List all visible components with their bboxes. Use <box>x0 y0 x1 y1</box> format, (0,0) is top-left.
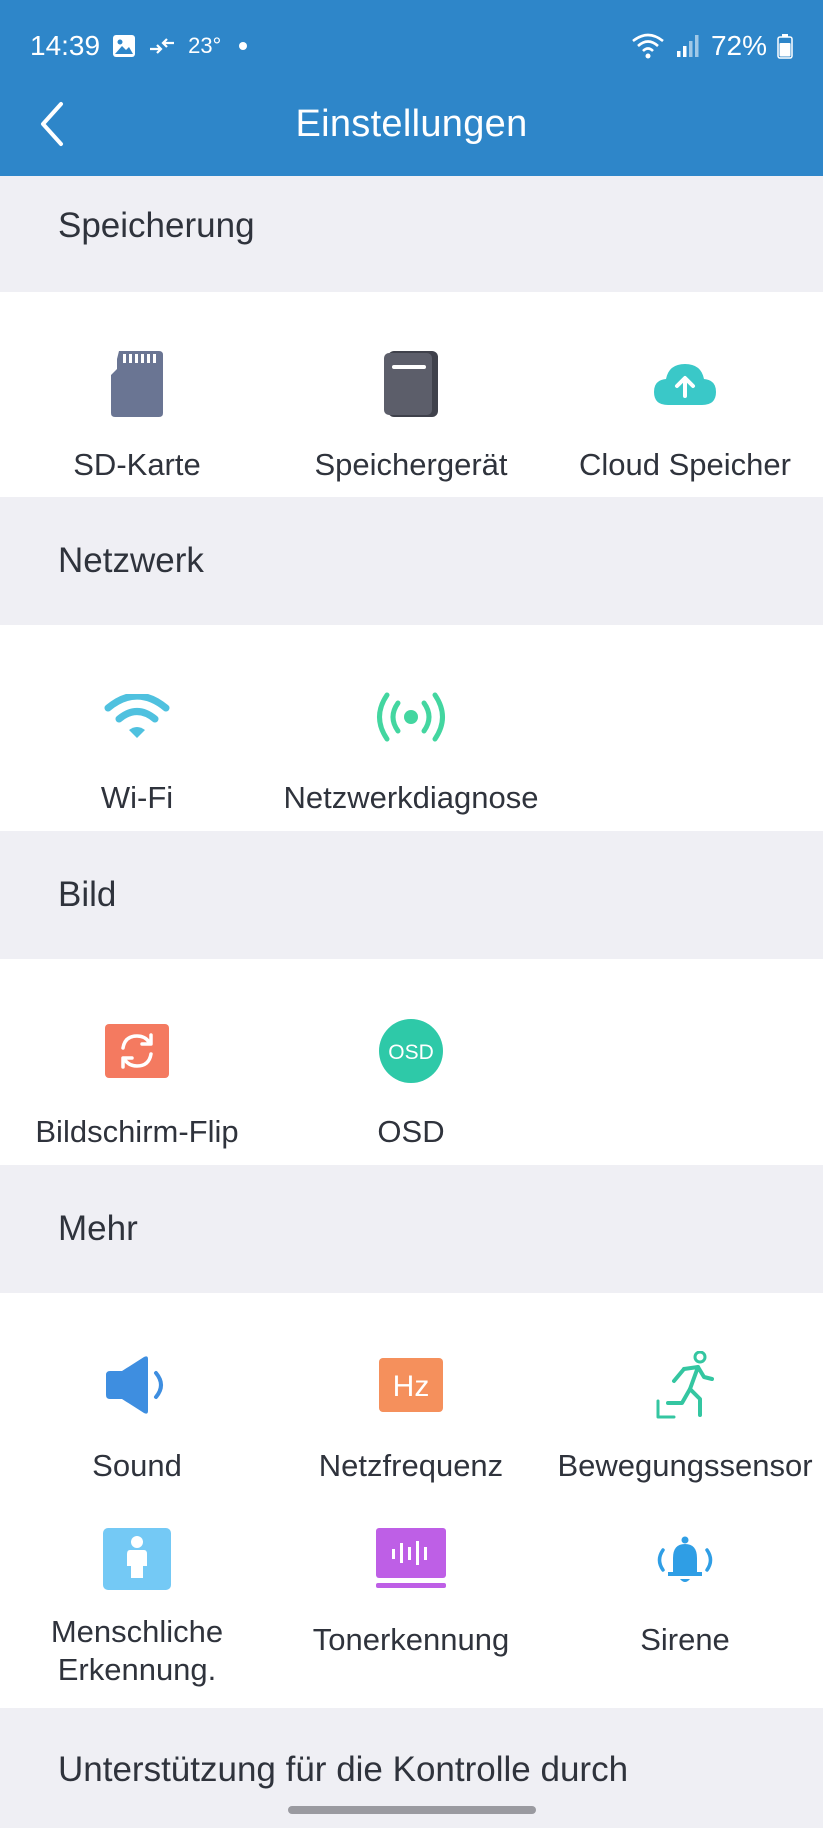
mains-frequency-button[interactable]: Hz Netzfrequenz <box>274 1345 548 1485</box>
sound-button[interactable]: Sound <box>0 1345 274 1485</box>
section-header-bild: Bild <box>0 831 823 959</box>
section-netzwerk: Wi-Fi Netzwerkdiagnose <box>0 625 823 831</box>
section-header-mehr: Mehr <box>0 1165 823 1293</box>
item-label: Wi-Fi <box>100 780 174 815</box>
item-label: Sirene <box>640 1622 730 1657</box>
cloud-upload-icon <box>645 344 725 424</box>
cell-signal-icon <box>675 33 701 59</box>
home-indicator[interactable] <box>288 1806 536 1814</box>
section-mehr: Sound Hz Netzfrequenz Bewegungssensor Me… <box>0 1293 823 1708</box>
human-detection-button[interactable]: Menschliche Erkennung. <box>0 1519 274 1689</box>
item-label: OSD <box>377 1114 445 1149</box>
flip-icon <box>97 1011 177 1091</box>
sd-card-icon <box>97 344 177 424</box>
signal-broadcast-icon <box>371 677 451 757</box>
section-header-speicherung: Speicherung <box>0 176 823 292</box>
section-title: Bild <box>58 875 117 914</box>
wifi-icon <box>97 677 177 757</box>
storage-device-button[interactable]: Speichergerät <box>274 344 548 484</box>
item-label: Bewegungssensor <box>557 1448 813 1483</box>
section-speicherung: SD-Karte Speichergerät Cloud Speicher <box>0 292 823 497</box>
section-title: Speicherung <box>58 206 255 245</box>
sound-wave-icon <box>371 1519 451 1599</box>
chevron-left-icon <box>41 102 63 146</box>
gallery-icon <box>112 34 136 58</box>
nav-bar: Einstellungen <box>0 88 823 160</box>
status-bar: 14:39 23° 72% <box>0 24 823 68</box>
sd-card-button[interactable]: SD-Karte <box>0 344 274 484</box>
running-person-icon <box>645 1345 725 1425</box>
network-diagnose-button[interactable]: Netzwerkdiagnose <box>274 677 548 817</box>
item-label: Netzwerkdiagnose <box>283 780 539 815</box>
section-title-support: Unterstützung für die Kontrolle durch <box>58 1750 629 1789</box>
section-header-netzwerk: Netzwerk <box>0 497 823 625</box>
hz-badge-text: Hz <box>393 1370 430 1403</box>
storage-device-icon <box>371 344 451 424</box>
cloud-storage-button[interactable]: Cloud Speicher <box>548 344 822 484</box>
osd-badge-text: OSD <box>388 1041 434 1064</box>
section-title: Netzwerk <box>58 541 204 580</box>
top-app-bar: 14:39 23° 72% Einstellungen <box>0 0 823 176</box>
item-label: SD-Karte <box>73 447 201 482</box>
speaker-icon <box>97 1345 177 1425</box>
person-detection-icon <box>97 1519 177 1599</box>
sound-detection-button[interactable]: Tonerkennung <box>274 1519 548 1659</box>
item-label: Cloud Speicher <box>579 447 791 482</box>
item-label: Netzfrequenz <box>318 1448 504 1483</box>
osd-button[interactable]: OSD OSD <box>274 1011 548 1151</box>
bell-icon <box>645 1519 725 1599</box>
section-title: Mehr <box>58 1209 138 1248</box>
siren-button[interactable]: Sirene <box>548 1519 822 1659</box>
item-label: Speichergerät <box>314 447 508 482</box>
section-bild: Bildschirm-Flip OSD OSD <box>0 959 823 1165</box>
label-line-1: Menschliche <box>50 1614 224 1649</box>
status-temperature: 23° <box>188 33 222 58</box>
battery-percent: 72% <box>710 30 767 61</box>
hz-icon: Hz <box>371 1345 451 1425</box>
item-label: Menschliche Erkennung. <box>51 1613 223 1689</box>
screen-flip-button[interactable]: Bildschirm-Flip <box>0 1011 274 1151</box>
status-time: 14:39 <box>30 30 101 61</box>
motion-sensor-button[interactable]: Bewegungssensor <box>548 1345 822 1485</box>
label-line-2: Erkennung. <box>57 1652 217 1687</box>
item-label: Sound <box>92 1448 182 1483</box>
wifi-status-icon <box>631 32 665 60</box>
item-label: Bildschirm-Flip <box>35 1114 239 1149</box>
back-button[interactable] <box>26 98 78 150</box>
page-title: Einstellungen <box>295 102 528 145</box>
battery-icon <box>777 33 793 59</box>
item-label: Tonerkennung <box>312 1622 510 1657</box>
osd-icon: OSD <box>371 1011 451 1091</box>
wifi-button[interactable]: Wi-Fi <box>0 677 274 817</box>
data-transfer-icon <box>148 36 176 56</box>
notification-dot-icon <box>233 36 253 56</box>
